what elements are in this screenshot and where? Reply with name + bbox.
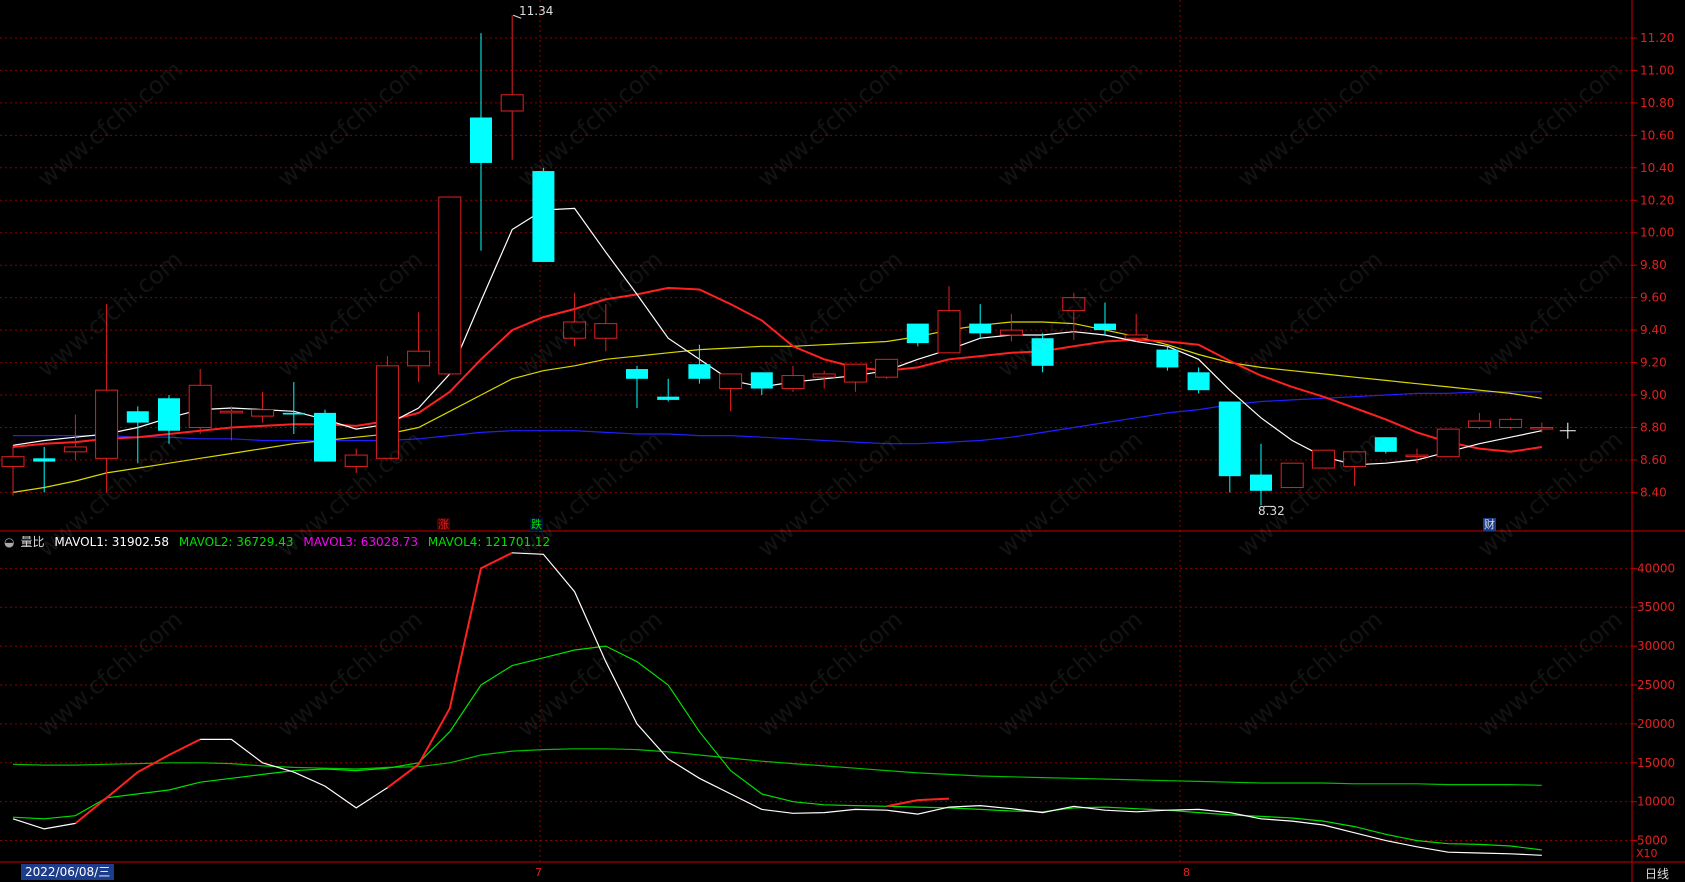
- candle-body-up[interactable]: [1436, 428, 1460, 458]
- volume-legend: ◒ 量比 MAVOL1: 31902.58 MAVOL2: 36729.43 MA…: [4, 533, 556, 550]
- volume-tick-label: 40000: [1637, 561, 1675, 575]
- mavol4-value: MAVOL4: 121701.12: [427, 535, 551, 549]
- candle-body-up[interactable]: [344, 454, 368, 467]
- month-label-august: 8: [1183, 866, 1190, 879]
- volume-tick-label: 10000: [1637, 795, 1675, 809]
- price-tick-label: 10.00: [1640, 226, 1674, 240]
- candle-body-down[interactable]: [969, 323, 992, 334]
- candle-body-up[interactable]: [781, 375, 805, 390]
- price-tick-label: 9.00: [1640, 388, 1667, 402]
- price-tick-label: 8.60: [1640, 453, 1667, 467]
- price-tick-label: 8.80: [1640, 420, 1667, 434]
- candle-body-down[interactable]: [688, 364, 711, 379]
- stock-chart[interactable]: 11.20 11.00 10.80 10.60 10.40 10.20 10.00 9.80 9…: [0, 0, 1685, 882]
- volume-tick-label: 20000: [1637, 717, 1675, 731]
- candle-body-up[interactable]: [999, 329, 1023, 336]
- candle-body-down[interactable]: [33, 458, 56, 462]
- cai-marker[interactable]: 财: [1483, 518, 1496, 531]
- candle-body-down[interactable]: [1156, 349, 1179, 368]
- low-price-annotation: 8.32: [1258, 504, 1285, 518]
- candle-body-down[interactable]: [1218, 401, 1241, 477]
- price-tick-label: 11.00: [1640, 63, 1674, 77]
- candle-body-up[interactable]: [1062, 297, 1086, 312]
- candle-body-up[interactable]: [251, 409, 275, 417]
- candle-body-up[interactable]: [500, 94, 524, 112]
- period-label[interactable]: 日线: [1645, 865, 1669, 882]
- volume-tick-label: 30000: [1637, 639, 1675, 653]
- candle-body-down[interactable]: [1187, 372, 1210, 391]
- candle-body-down[interactable]: [750, 372, 773, 389]
- candle-body-up[interactable]: [188, 384, 212, 428]
- candle-body-down[interactable]: [1250, 474, 1272, 491]
- price-tick-label: 9.40: [1640, 323, 1667, 337]
- mavol2-value: MAVOL2: 36729.43: [178, 535, 294, 549]
- volume-tick-label: 15000: [1637, 756, 1675, 770]
- price-tick-label: 8.40: [1640, 485, 1667, 499]
- candle-body-up[interactable]: [1311, 449, 1335, 469]
- candle-body-down[interactable]: [158, 398, 180, 431]
- candle-body-down[interactable]: [1374, 437, 1397, 452]
- volume-indicator-name[interactable]: 量比: [20, 535, 44, 549]
- candle-body-down[interactable]: [126, 411, 149, 423]
- high-price-annotation: 11.34: [519, 4, 553, 18]
- candle-body-up[interactable]: [594, 323, 618, 339]
- candle-body-up[interactable]: [375, 365, 399, 459]
- price-tick-label: 10.20: [1640, 193, 1674, 207]
- price-tick-label: 10.60: [1640, 128, 1674, 142]
- candle-body-down[interactable]: [626, 369, 648, 379]
- cursor-date: 2022/06/08/三: [21, 864, 115, 880]
- volume-unit-label: X10: [1636, 847, 1658, 860]
- candle-body-up[interactable]: [1124, 334, 1148, 339]
- candle-body-up[interactable]: [563, 321, 587, 339]
- candle-body-up[interactable]: [719, 373, 743, 390]
- candle-body-up[interactable]: [438, 196, 462, 375]
- candle-body-up[interactable]: [1530, 426, 1554, 430]
- candle-body-up[interactable]: [1467, 420, 1491, 428]
- die-marker[interactable]: 跌: [530, 518, 543, 531]
- mavol1-value: MAVOL1: 31902.58: [54, 535, 170, 549]
- volume-tick-label: 5000: [1637, 834, 1668, 848]
- candle-body-down[interactable]: [532, 171, 555, 262]
- mavol3-value: MAVOL3: 63028.73: [303, 535, 419, 549]
- candle-body-up[interactable]: [1280, 462, 1304, 489]
- candle-body-down[interactable]: [906, 323, 929, 344]
- zhang-marker[interactable]: 涨: [437, 518, 450, 531]
- candle-body-up[interactable]: [875, 358, 899, 378]
- price-tick-label: 10.40: [1640, 161, 1674, 175]
- price-tick-label: 10.80: [1640, 96, 1674, 110]
- volume-tick-label: 25000: [1637, 678, 1675, 692]
- candle-body-up[interactable]: [843, 363, 867, 383]
- candle-body-up[interactable]: [1343, 451, 1367, 467]
- price-tick-label: 9.60: [1640, 291, 1667, 305]
- price-tick-label: 11.20: [1640, 31, 1674, 45]
- candle-body-up[interactable]: [63, 446, 87, 453]
- candle-body-up[interactable]: [812, 373, 836, 378]
- candle-body-up[interactable]: [95, 389, 119, 459]
- price-tick-label: 9.20: [1640, 356, 1667, 370]
- candle-body-down[interactable]: [1031, 338, 1054, 366]
- candle-body-up[interactable]: [1405, 454, 1429, 458]
- candle-body-up[interactable]: [937, 310, 961, 354]
- volume-tick-label: 35000: [1637, 600, 1675, 614]
- candle-body-up[interactable]: [219, 410, 243, 414]
- candle-body-up[interactable]: [407, 350, 431, 367]
- month-label-july: 7: [535, 866, 542, 879]
- candle-body-up[interactable]: [1, 456, 25, 467]
- candle-body-down[interactable]: [282, 412, 305, 415]
- price-tick-label: 9.80: [1640, 258, 1667, 272]
- volume-collapse-icon[interactable]: ◒: [4, 535, 14, 549]
- candle-body-down[interactable]: [657, 396, 680, 400]
- candle-body-up[interactable]: [1499, 418, 1523, 428]
- candle-body-down[interactable]: [314, 412, 336, 462]
- candle-body-down[interactable]: [1094, 323, 1116, 331]
- candle-body-down[interactable]: [470, 117, 492, 163]
